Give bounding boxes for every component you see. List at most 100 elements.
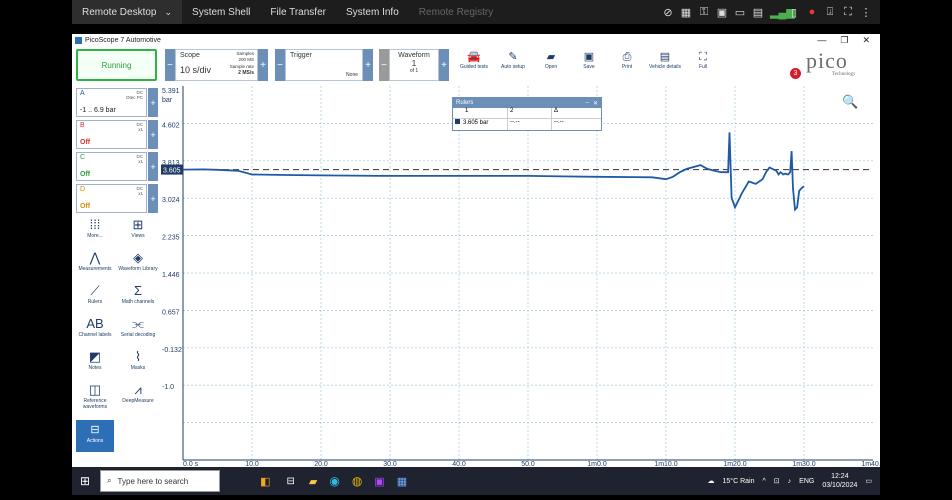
fullscreen-icon[interactable]: ⛶ xyxy=(842,6,854,19)
notes-button[interactable]: ◩ Notes xyxy=(74,348,116,371)
more-vertical-icon[interactable]: ⋮ xyxy=(860,6,872,19)
channel-d-plus-button[interactable]: + xyxy=(148,184,158,213)
screen: Remote Desktop ⌄ System Shell File Transf… xyxy=(0,0,952,500)
screen-icon[interactable]: ▣ xyxy=(716,6,728,19)
deepmeasure-icon: ⩘ xyxy=(134,382,142,397)
windows-start-icon[interactable]: ⊞ xyxy=(80,474,90,488)
probe-text: x1 xyxy=(138,191,143,196)
full-screen-button[interactable]: ⛶ Full xyxy=(683,50,723,70)
status-circle-icon[interactable]: ⊘ xyxy=(662,6,674,19)
system-info-tab[interactable]: System Info xyxy=(336,0,409,24)
widget-icon[interactable]: ◧ xyxy=(260,475,270,488)
vehicle-details-button[interactable]: ▤ Vehicle details xyxy=(645,50,685,70)
trigger-plus-button[interactable]: + xyxy=(363,49,373,81)
save-button[interactable]: ▣ Save xyxy=(569,50,609,70)
clipboard-icon[interactable]: ▯ xyxy=(788,6,800,19)
more-button[interactable]: ⁞⁞⁞ More... xyxy=(74,216,116,239)
explorer-icon[interactable]: ▰ xyxy=(309,475,317,488)
scope-view[interactable]: 5.391 4.602 3.813 3.024 2.235 1.446 0.657 -0.13… xyxy=(159,86,885,468)
notification-badge[interactable]: 3 xyxy=(790,68,801,79)
remote-icons: ⊘ ▦ ⚿ ▣ ▭ ▤ ▂▄▆ ▯ ● ⍗ ⛶ ⋮ xyxy=(662,6,880,19)
channel-a-plus-button[interactable]: + xyxy=(148,88,158,117)
tray-chevron-icon[interactable]: ^ xyxy=(762,478,765,485)
volume-icon[interactable]: ♪ xyxy=(788,478,792,485)
channel-d-box[interactable]: D DC x1 Off xyxy=(76,184,147,213)
waveform-minus-button[interactable]: − xyxy=(379,49,389,81)
serial-decoding-button[interactable]: ⫘ Serial decoding xyxy=(117,315,159,338)
y-tick-label: 4.602 xyxy=(162,122,180,129)
tool-label: Measurements xyxy=(78,266,112,272)
open-button[interactable]: ▰ Open xyxy=(531,50,571,70)
channel-c-plus-button[interactable]: + xyxy=(148,152,158,181)
measurements-button[interactable]: ⋀ Measurements xyxy=(74,249,116,272)
scope-chart[interactable]: 5.3914.6023.8133.0242.2351.4460.657-0.13… xyxy=(159,86,885,468)
edge-icon[interactable]: ◉ xyxy=(329,474,339,488)
channel-coupling: DC x1 xyxy=(137,154,144,164)
deepmeasure-button[interactable]: ⩘ DeepMeasure xyxy=(117,381,159,404)
key-icon[interactable]: ⚿ xyxy=(698,6,710,19)
vehicle-details-label: Vehicle details xyxy=(649,64,681,70)
task-view-icon[interactable]: ⊟ xyxy=(286,476,294,487)
notification-center-icon[interactable]: ▭ xyxy=(865,477,872,485)
zoom-icon[interactable]: 🔍 xyxy=(842,93,858,110)
channel-a-box[interactable]: A DC Dtec PC -1 .. 6.9 bar xyxy=(76,88,147,117)
rulers-panel[interactable]: Rulers – ✕ 1 2 Δ 3.605 bar --.-- --.-- xyxy=(452,97,602,131)
restore-icon[interactable]: ❐ xyxy=(840,35,848,46)
waveform-plus-button[interactable]: + xyxy=(439,49,449,81)
taskbar-search[interactable]: ⌕ Type here to search xyxy=(100,470,221,492)
actions-icon: ⊟ xyxy=(90,424,100,436)
minimize-panel-icon[interactable]: – xyxy=(586,100,589,106)
scope-minus-button[interactable]: − xyxy=(165,49,175,81)
tool-label: Waveform Library xyxy=(118,266,158,272)
download-icon[interactable]: ⍗ xyxy=(824,6,836,19)
chrome-icon[interactable]: ◍ xyxy=(352,474,362,488)
auto-setup-button[interactable]: ✎ Auto setup xyxy=(493,50,533,70)
rulers-button[interactable]: ⟋ Rulers xyxy=(74,282,116,305)
channel-name: B xyxy=(80,122,85,129)
app-purple-icon[interactable]: ▣ xyxy=(374,475,384,488)
language-indicator[interactable]: ENG xyxy=(799,478,814,485)
probe-text: x1 xyxy=(138,127,143,132)
channel-c-box[interactable]: C DC x1 Off xyxy=(76,152,147,181)
scope-plus-button[interactable]: + xyxy=(258,49,268,81)
file-transfer-tab[interactable]: File Transfer xyxy=(260,0,336,24)
close-panel-icon[interactable]: ✕ xyxy=(593,100,598,107)
weather-text[interactable]: 15°C Rain xyxy=(723,478,755,485)
folder-icon: ▰ xyxy=(546,51,556,63)
monitor-icon[interactable]: ▭ xyxy=(734,6,746,19)
trigger-minus-button[interactable]: − xyxy=(275,49,285,81)
system-shell-tab[interactable]: System Shell xyxy=(182,0,260,24)
views-button[interactable]: ⊞ Views xyxy=(117,216,159,239)
chat-icon[interactable]: ▤ xyxy=(752,6,764,19)
waveform-library-button[interactable]: ◈ Waveform Library xyxy=(117,249,159,272)
remote-registry-tab[interactable]: Remote Registry xyxy=(409,0,503,24)
minimize-icon[interactable]: — xyxy=(817,35,826,46)
clock[interactable]: 12:24 03/10/2024 xyxy=(822,472,857,490)
guided-tests-button[interactable]: 🚘 Guided tests xyxy=(454,50,494,70)
reference-waveforms-button[interactable]: ◫ Reference waveforms xyxy=(74,381,116,410)
channel-b-plus-button[interactable]: + xyxy=(148,120,158,149)
tool-label: Views xyxy=(131,233,145,239)
trigger-control[interactable]: Trigger None xyxy=(285,49,363,81)
run-stop-button[interactable]: Running xyxy=(76,49,157,81)
picoscope-taskbar-icon[interactable]: ▦ xyxy=(397,475,407,488)
network-icon[interactable]: ⊡ xyxy=(774,477,780,485)
samples-label: Samples xyxy=(236,51,254,56)
record-icon[interactable]: ● xyxy=(806,6,818,18)
guided-tests-label: Guided tests xyxy=(459,64,489,70)
channel-name: C xyxy=(80,154,86,161)
actions-button[interactable]: ⊟ Actions xyxy=(76,420,114,452)
print-button[interactable]: ⎙ Print xyxy=(607,50,647,70)
remote-desktop-menu[interactable]: Remote Desktop ⌄ xyxy=(72,0,183,24)
close-icon[interactable]: ✕ xyxy=(862,35,870,46)
math-channels-button[interactable]: Σ Math channels xyxy=(117,282,159,305)
channel-b-box[interactable]: B DC x1 Off xyxy=(76,120,147,149)
window-grid-icon[interactable]: ▦ xyxy=(680,6,692,19)
masks-button[interactable]: ⌇ Masks xyxy=(117,348,159,371)
channel-labels-button[interactable]: AB Channel labels xyxy=(74,315,116,338)
windows-taskbar: ⊞ ⌕ Type here to search ◧ ⊟ ▰ ◉ ◍ ▣ ▦ ☁ 1… xyxy=(72,467,880,495)
probe-text: Dtec PC xyxy=(126,95,143,100)
channel-name: D xyxy=(80,186,86,193)
scope-control[interactable]: Scope 10 s/div Samples 200 MS Sample rat… xyxy=(175,49,258,81)
waveform-control[interactable]: Waveform 1 of 1 xyxy=(389,49,439,81)
